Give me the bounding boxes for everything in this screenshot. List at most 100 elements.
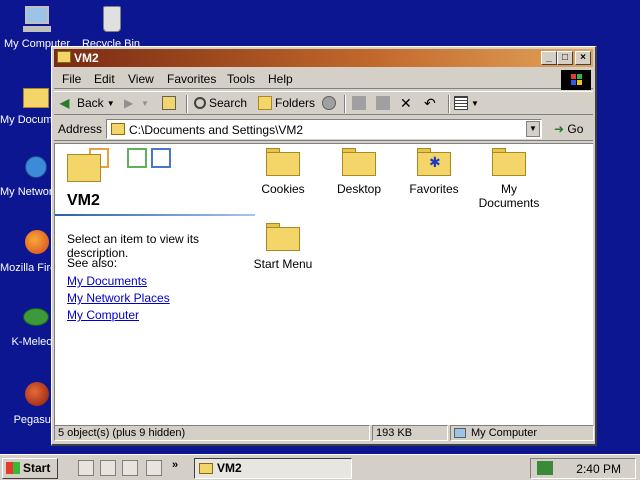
folder-label: Cookies — [261, 182, 305, 196]
history-icon — [322, 96, 336, 110]
up-folder-button[interactable] — [162, 96, 176, 110]
folder-view: VM2 Select an item to view its descripti… — [54, 143, 593, 425]
menu-favorites[interactable]: Favorites — [167, 72, 216, 86]
address-label: Address — [58, 122, 103, 136]
folder-icon — [342, 148, 376, 176]
status-object-count: 5 object(s) (plus 9 hidden) — [54, 425, 370, 441]
folders-button[interactable]: Folders — [258, 96, 315, 110]
folders-icon — [258, 96, 272, 110]
folder-item-start-menu[interactable]: Start Menu — [245, 223, 321, 271]
search-icon — [194, 97, 206, 109]
folder-item-cookies[interactable]: Cookies — [245, 148, 321, 196]
maximize-button[interactable]: □ — [557, 51, 573, 65]
folders-label: Folders — [275, 96, 316, 110]
my-documents-icon — [19, 80, 51, 112]
status-bar: 5 object(s) (plus 9 hidden) 193 KB My Co… — [54, 424, 594, 442]
windows-logo-icon — [561, 70, 591, 90]
desktop-icon-my-computer[interactable]: My Computer — [2, 4, 72, 50]
search-label: Search — [209, 96, 248, 110]
move-to-button[interactable] — [352, 96, 366, 110]
start-label: Start — [23, 461, 51, 475]
toolbar-separator — [186, 95, 188, 113]
folder-icon — [492, 148, 526, 176]
toolbar-separator — [448, 95, 450, 113]
history-button[interactable] — [322, 96, 336, 110]
large-folder-icon — [67, 154, 101, 182]
copy-to-button[interactable] — [376, 96, 390, 110]
network-places-icon — [19, 152, 51, 184]
folder-label: My Documents — [478, 182, 540, 210]
menu-tools[interactable]: Tools — [227, 72, 255, 86]
link-my-documents[interactable]: My Documents — [67, 274, 147, 288]
back-label: Back — [77, 96, 104, 110]
back-button[interactable]: ◀ Back ▼ — [60, 96, 115, 110]
system-tray: 2:40 PM — [530, 458, 636, 479]
folder-icon — [111, 123, 125, 135]
folder-label: Desktop — [336, 182, 382, 196]
folder-item-favorites[interactable]: ✱ Favorites — [396, 148, 472, 196]
show-desktop-icon[interactable] — [78, 460, 94, 476]
status-size: 193 KB — [372, 425, 448, 441]
copy-to-icon — [376, 96, 390, 110]
menu-file[interactable]: File — [62, 72, 81, 86]
internet-explorer-icon[interactable] — [100, 460, 116, 476]
search-button[interactable]: Search — [194, 96, 247, 110]
recycle-bin-icon — [95, 4, 127, 36]
address-input[interactable]: C:\Documents and Settings\VM2 ▼ — [106, 119, 542, 139]
move-to-icon — [352, 96, 366, 110]
my-computer-icon — [454, 428, 466, 438]
folder-label: Start Menu — [253, 257, 313, 271]
menu-view[interactable]: View — [128, 72, 154, 86]
folder-icon — [266, 223, 300, 251]
media-player-icon[interactable] — [146, 460, 162, 476]
status-zone: My Computer — [450, 425, 594, 441]
go-button[interactable]: ➜ Go — [554, 122, 583, 136]
web-view-pane: VM2 Select an item to view its descripti… — [55, 144, 255, 425]
menu-help[interactable]: Help — [268, 72, 293, 86]
taskbar-item-label: VM2 — [217, 461, 242, 475]
k-meleon-icon — [19, 302, 51, 334]
close-button[interactable]: × — [575, 51, 591, 65]
folder-icon — [266, 148, 300, 176]
delete-button[interactable]: ✕ — [400, 96, 414, 110]
quick-launch-chevron-icon[interactable]: » — [172, 459, 178, 471]
clock[interactable]: 2:40 PM — [576, 462, 621, 476]
delete-icon: ✕ — [400, 95, 412, 111]
folder-icon — [199, 463, 213, 474]
address-dropdown-button[interactable]: ▼ — [526, 121, 540, 137]
favorites-folder-icon: ✱ — [417, 148, 451, 176]
minimize-button[interactable]: _ — [541, 51, 557, 65]
my-computer-icon — [21, 4, 53, 36]
link-my-network-places[interactable]: My Network Places — [67, 291, 170, 305]
window-title: VM2 — [74, 51, 99, 65]
taskbar: Start » VM2 2:40 PM — [0, 454, 640, 480]
address-bar: Address C:\Documents and Settings\VM2 ▼ … — [54, 117, 593, 141]
desktop-icon-recycle-bin[interactable]: Recycle Bin — [76, 4, 146, 50]
chevron-down-icon: ▼ — [471, 98, 479, 108]
back-arrow-icon: ◀ — [60, 96, 70, 110]
toolbar: ◀ Back ▼ ▶ ▼ Search Folders ✕ ↶ ▼ — [54, 91, 593, 115]
folder-item-desktop[interactable]: Desktop — [321, 148, 397, 196]
link-my-computer[interactable]: My Computer — [67, 308, 139, 322]
views-icon — [454, 96, 468, 110]
go-label: Go — [567, 122, 584, 136]
title-bar[interactable]: VM2 _ □ × — [54, 49, 593, 67]
start-button[interactable]: Start — [2, 458, 58, 479]
forward-button[interactable]: ▶ ▼ — [124, 96, 149, 110]
firefox-icon — [19, 228, 51, 260]
network-tray-icon[interactable] — [537, 461, 553, 475]
see-also-label: See also: — [67, 256, 118, 270]
toolbar-separator — [344, 95, 346, 113]
up-folder-icon — [162, 96, 176, 110]
folder-item-my-documents[interactable]: My Documents — [471, 148, 547, 210]
chevron-down-icon: ▼ — [106, 98, 115, 108]
explorer-window: VM2 _ □ × File Edit View Favorites Tools… — [51, 46, 597, 446]
menu-edit[interactable]: Edit — [94, 72, 115, 86]
pane-title: VM2 — [67, 192, 100, 209]
views-button[interactable]: ▼ — [454, 96, 479, 110]
folder-label: Favorites — [409, 182, 459, 196]
outlook-express-icon[interactable] — [122, 460, 138, 476]
windows-flag-icon — [6, 462, 20, 474]
taskbar-item-vm2[interactable]: VM2 — [194, 458, 352, 479]
undo-button[interactable]: ↶ — [424, 96, 438, 110]
